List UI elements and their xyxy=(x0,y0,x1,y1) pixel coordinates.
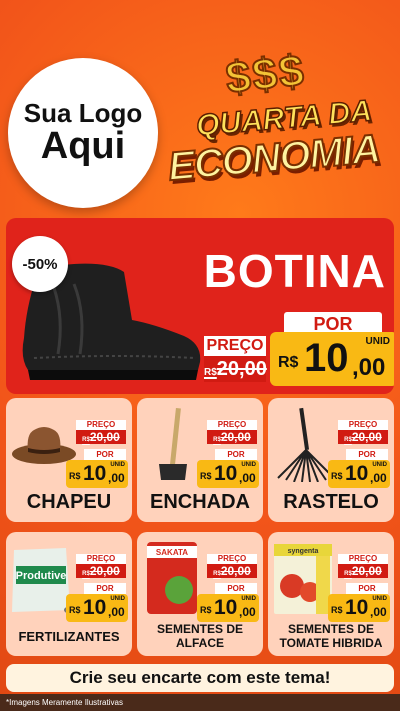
product-name: FERTILIZANTES xyxy=(18,629,120,644)
product-card-fertilizantes[interactable]: Produtive PREÇO R$20,00 POR R$ 10,00 UNID … xyxy=(6,532,132,656)
product-card-rastelo[interactable]: PREÇO R$20,00 POR R$ 10,00 UNID RASTELO xyxy=(268,398,394,522)
new-price: R$ 10,00 UNID xyxy=(66,594,128,622)
new-price: R$ 10,00 UNID xyxy=(66,460,128,488)
cta-banner[interactable]: Crie seu encarte com este tema! xyxy=(6,664,394,692)
new-price: R$ 10,00 UNID xyxy=(328,594,390,622)
logo-text-line1: Sua Logo xyxy=(23,97,143,128)
price-tag: PREÇO R$20,00 POR xyxy=(76,420,126,460)
price-tag: PREÇO R$20,00 POR xyxy=(207,420,257,460)
discount-badge: -50% xyxy=(12,236,68,292)
campaign-title: $$$ QUARTA DA ECONOMIA xyxy=(165,45,394,190)
price-tag: PREÇO R$20,00 POR xyxy=(338,420,388,460)
logo-text-line2: Aqui xyxy=(40,125,126,168)
product-name: BOTINA xyxy=(203,245,386,297)
new-price: R$ 10,00 UNID xyxy=(197,594,259,622)
new-price: R$ 10,00 UNID xyxy=(197,460,259,488)
new-price: R$ 10 ,00 UNID xyxy=(270,332,394,386)
svg-text:Produtive: Produtive xyxy=(16,570,67,582)
preco-label: PREÇO xyxy=(204,336,266,356)
product-card-enchada[interactable]: PREÇO R$20,00 POR R$ 10,00 UNID ENCHADA xyxy=(137,398,263,522)
product-card-sementes-tomate[interactable]: syngenta PREÇO R$20,00 POR R$ 10,00 UNID S… xyxy=(268,532,394,656)
old-price: R$20,00 xyxy=(204,356,267,382)
svg-text:syngenta: syngenta xyxy=(288,548,319,555)
product-name: ENCHADA xyxy=(150,491,250,513)
svg-text:SAKATA: SAKATA xyxy=(156,548,188,557)
product-card-chapeu[interactable]: PREÇO R$20,00 POR R$ 10,00 UNID CHAPEU xyxy=(6,398,132,522)
disclaimer-footer: *Imagens Meramente Ilustrativas xyxy=(0,694,400,711)
price-tag: PREÇO R$20,00 POR xyxy=(207,554,257,594)
product-card-sementes-alface[interactable]: SAKATA PREÇO R$20,00 POR R$ 10,00 UNID SEM… xyxy=(137,532,263,656)
dollar-signs: $$$ xyxy=(223,45,309,104)
new-price: R$ 10,00 UNID xyxy=(328,460,390,488)
product-name: SEMENTES DE TOMATE HIBRIDA xyxy=(279,622,383,650)
product-name: CHAPEU xyxy=(26,491,112,513)
price-tag: PREÇO R$20,00 POR xyxy=(76,554,126,594)
price-tag: PREÇO R$20,00 POR xyxy=(338,554,388,594)
product-name: RASTELO xyxy=(283,491,379,513)
product-name: SEMENTES DE ALFACE xyxy=(156,622,243,650)
logo-placeholder: Sua Logo Aqui xyxy=(8,58,158,208)
featured-product-card[interactable]: -50% BOTINA PREÇO R$20,00 POR R$ 10 ,00 … xyxy=(6,218,394,394)
